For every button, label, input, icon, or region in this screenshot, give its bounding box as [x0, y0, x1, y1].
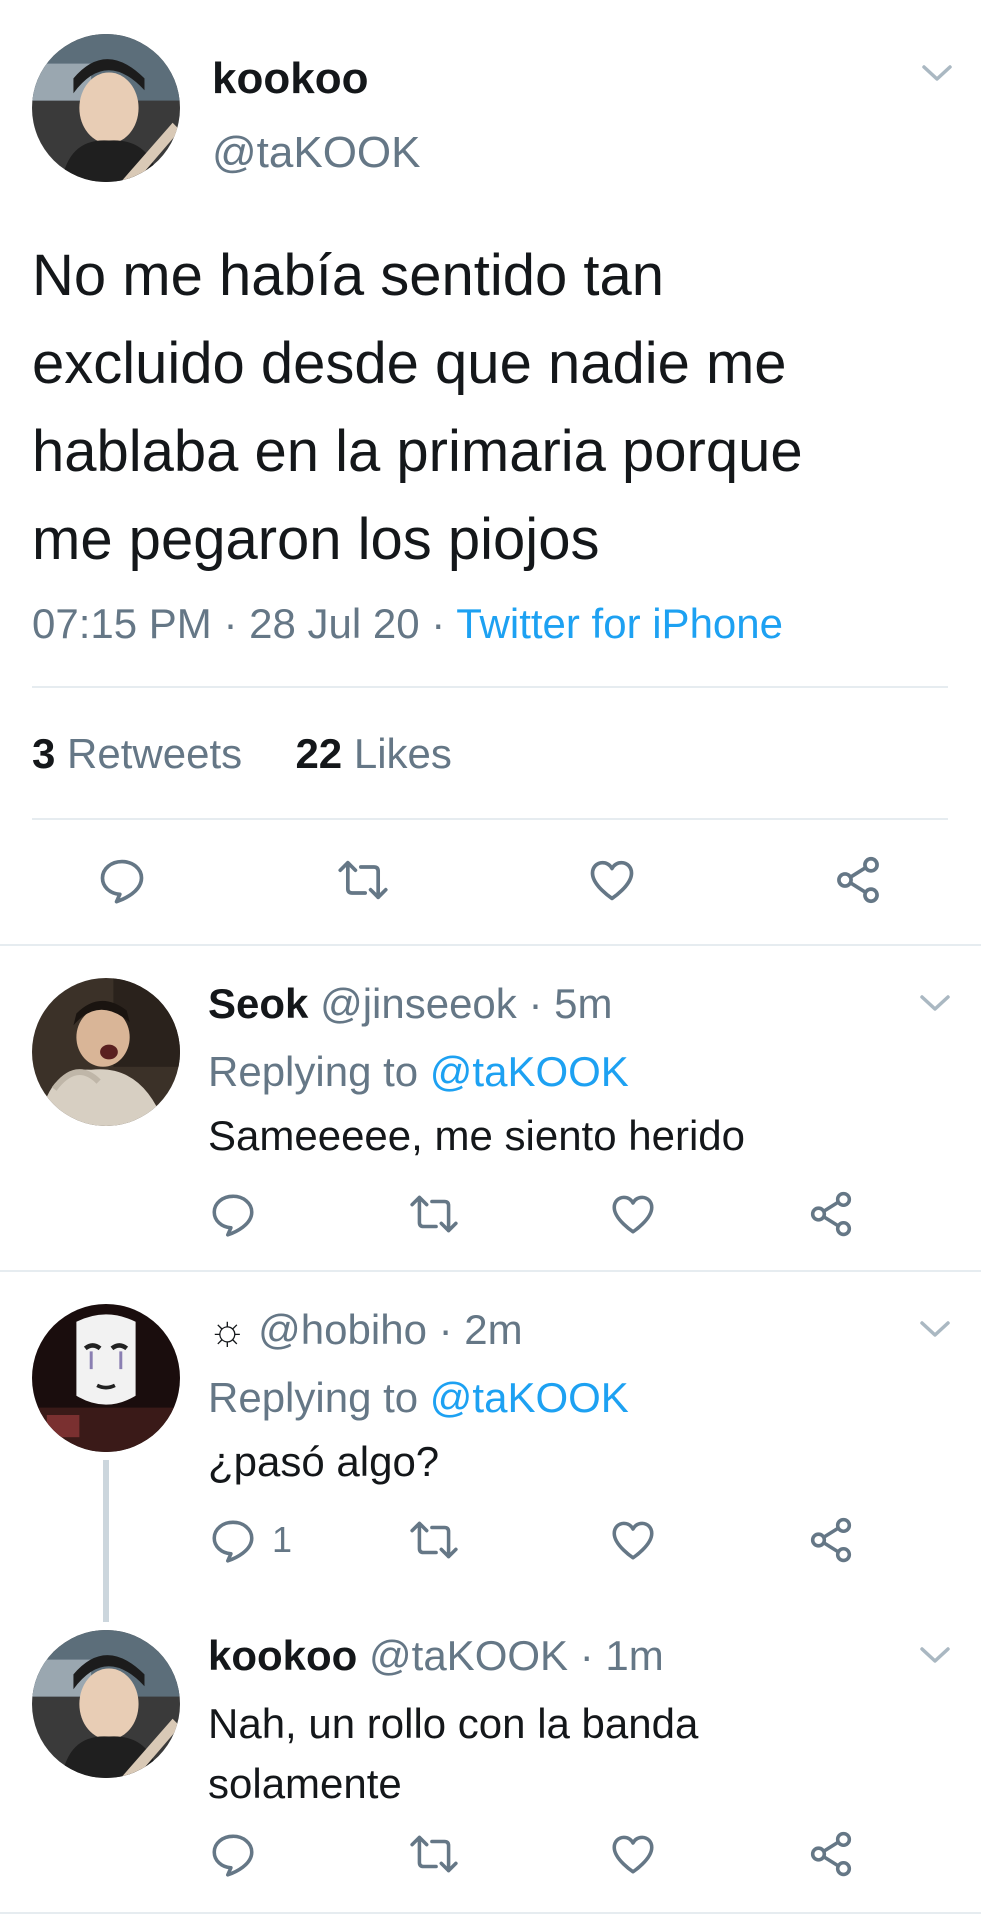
display-name[interactable]: ☼ [208, 1306, 247, 1353]
replying-to-label: Replying to [208, 1374, 419, 1421]
display-name[interactable]: kookoo [212, 54, 368, 104]
retweet-button[interactable] [334, 850, 392, 910]
avatar-image [32, 34, 180, 182]
tweet-date[interactable]: 28 Jul 20 [249, 600, 419, 647]
likes-stat[interactable]: 22 Likes [295, 730, 451, 777]
reply-text-line: solamente [208, 1760, 402, 1807]
tweet-time[interactable]: 1m [605, 1632, 663, 1679]
divider [0, 944, 981, 946]
reply-header: Seok @jinseeok · 5m [208, 980, 613, 1028]
tweet-stats: 3 Retweets 22 Likes [32, 730, 452, 778]
divider [32, 818, 948, 820]
retweet-icon [338, 860, 388, 900]
reply-text: Nah, un rollo con la banda solamente [208, 1694, 698, 1814]
share-icon [810, 1191, 852, 1237]
display-name[interactable]: Seok [208, 980, 308, 1027]
separator: · [223, 600, 238, 647]
retweet-icon [410, 1521, 458, 1559]
avatar[interactable] [32, 34, 180, 182]
mention-link[interactable]: @taKOOK [430, 1374, 629, 1421]
retweets-stat[interactable]: 3 Retweets [32, 730, 254, 777]
chevron-down-icon[interactable] [918, 1318, 952, 1340]
share-button[interactable] [806, 1184, 856, 1244]
separator: · [438, 1306, 453, 1353]
reply-count: 1 [272, 1519, 293, 1560]
like-icon [590, 860, 634, 901]
like-icon [612, 1521, 654, 1560]
retweet-icon [410, 1195, 458, 1233]
tweet-text-line: excluido desde que nadie me [32, 331, 787, 396]
share-button[interactable] [806, 1510, 856, 1570]
reply-text: Sameeeee, me siento herido [208, 1112, 745, 1159]
handle[interactable]: @hobiho [258, 1306, 427, 1353]
mention-link[interactable]: @taKOOK [430, 1048, 629, 1095]
tweet-source-link[interactable]: Twitter for iPhone [456, 600, 783, 647]
like-button[interactable] [608, 1184, 658, 1244]
replying-to: Replying to @taKOOK [208, 1048, 629, 1096]
chevron-down-icon[interactable] [918, 1644, 952, 1666]
retweets-count: 3 [32, 730, 56, 777]
likes-label: Likes [353, 730, 452, 777]
share-icon [810, 1831, 852, 1877]
tweet-text-line: No me había sentido tan [32, 243, 664, 308]
reply-button[interactable] [96, 850, 148, 910]
divider [32, 686, 948, 688]
separator: · [528, 980, 543, 1027]
chevron-down-icon[interactable] [920, 62, 954, 84]
share-button[interactable] [806, 1824, 856, 1884]
retweet-button[interactable] [406, 1510, 462, 1570]
reply-button[interactable] [208, 1824, 258, 1884]
reply-icon [212, 1520, 254, 1563]
reply-header: kookoo @taKOOK · 1m [208, 1632, 664, 1680]
avatar[interactable] [32, 1304, 180, 1452]
handle[interactable]: @taKOOK [212, 128, 421, 178]
reply-icon [212, 1834, 254, 1877]
likes-count: 22 [295, 730, 343, 777]
separator: · [431, 600, 446, 647]
reply-header: ☼ @hobiho · 2m [208, 1306, 523, 1354]
like-button[interactable] [608, 1510, 658, 1570]
reply-button[interactable] [208, 1184, 258, 1244]
display-name[interactable]: kookoo [208, 1632, 357, 1679]
tweet-text: No me había sentido tan excluido desde q… [32, 232, 803, 584]
tweet-time[interactable]: 5m [554, 980, 612, 1027]
replying-to: Replying to @taKOOK [208, 1374, 629, 1422]
reply-text-line: Nah, un rollo con la banda [208, 1700, 699, 1747]
like-icon [612, 1195, 654, 1234]
share-icon [810, 1517, 852, 1563]
avatar[interactable] [32, 1630, 180, 1778]
tweet-meta: 07:15 PM · 28 Jul 20 · Twitter for iPhon… [32, 600, 783, 648]
retweets-label: Retweets [67, 730, 243, 777]
reply-button[interactable]: 1 [208, 1510, 292, 1570]
avatar[interactable] [32, 978, 180, 1126]
retweet-button[interactable] [406, 1824, 462, 1884]
reply-icon [212, 1194, 254, 1237]
avatar-image [32, 1630, 180, 1778]
avatar-image [32, 978, 180, 1126]
like-button[interactable] [608, 1824, 658, 1884]
reply-text: ¿pasó algo? [208, 1438, 440, 1485]
retweet-icon [410, 1835, 458, 1873]
avatar-image [32, 1304, 180, 1452]
retweet-button[interactable] [406, 1184, 462, 1244]
like-icon [612, 1835, 654, 1874]
divider [0, 1912, 981, 1914]
thread-line [103, 1460, 109, 1622]
separator: · [579, 1632, 594, 1679]
like-button[interactable] [586, 850, 638, 910]
reply-icon [100, 859, 144, 904]
replying-to-label: Replying to [208, 1048, 419, 1095]
handle[interactable]: @jinseeok [320, 980, 517, 1027]
tweet-text-line: hablaba en la primaria porque [32, 419, 803, 484]
divider [0, 1270, 981, 1272]
tweet-time[interactable]: 07:15 PM [32, 600, 212, 647]
tweet-time[interactable]: 2m [464, 1306, 522, 1353]
chevron-down-icon[interactable] [918, 992, 952, 1014]
share-icon [837, 856, 879, 904]
tweet-text-line: me pegaron los piojos [32, 507, 600, 572]
handle[interactable]: @taKOOK [369, 1632, 568, 1679]
share-button[interactable] [832, 850, 884, 910]
